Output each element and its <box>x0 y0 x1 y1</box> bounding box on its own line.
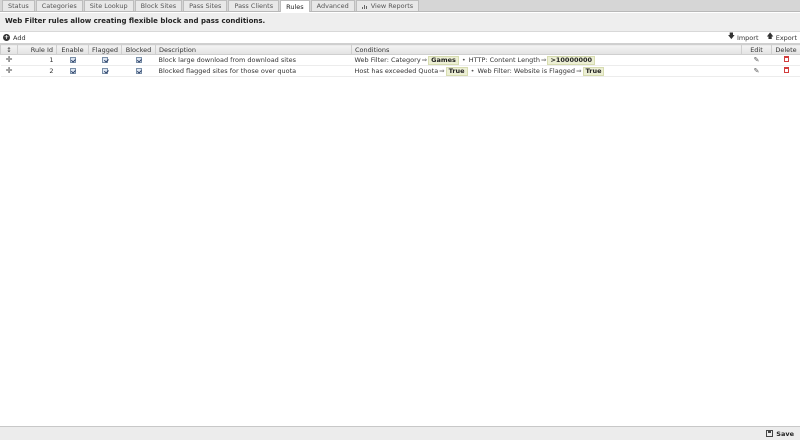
footer-bar: Save <box>0 426 800 440</box>
tab-label: Block Sites <box>140 2 177 10</box>
table-row: ✛ 2 Blocked flagged sites for those over… <box>0 65 800 77</box>
tab-advanced[interactable]: Advanced <box>310 0 355 11</box>
arrow-right-icon: ⇒ <box>576 66 582 75</box>
condition-label: Web Filter: Website is Flagged <box>477 66 576 75</box>
condition-value: >10000000 <box>547 55 596 65</box>
move-icon: ✛ <box>5 66 13 75</box>
rules-grid: ↕ Rule Id Enable Flagged Blocked Descrip… <box>0 44 800 77</box>
tab-label: View Reports <box>370 2 414 10</box>
blocked-checkbox[interactable] <box>135 68 142 74</box>
col-rule-id[interactable]: Rule Id <box>17 44 57 55</box>
tab-view-reports[interactable]: View Reports <box>355 0 420 11</box>
tab-label: Advanced <box>316 2 349 10</box>
tab-block-sites[interactable]: Block Sites <box>134 0 183 11</box>
enable-cell <box>56 65 89 77</box>
condition-value: True <box>445 66 468 76</box>
grid-toolbar: + Add 🡇 Import 🡅 Export <box>0 32 800 44</box>
col-conditions[interactable]: Conditions <box>351 44 742 55</box>
import-button[interactable]: 🡇 Import <box>728 32 759 43</box>
condition-label: Host has exceeded Quota <box>354 66 439 75</box>
move-icon: ✛ <box>5 55 13 64</box>
pencil-icon[interactable]: ✎ <box>754 67 760 75</box>
tab-label: Status <box>8 2 29 10</box>
tab-rules[interactable]: Rules <box>280 0 310 12</box>
pencil-icon[interactable]: ✎ <box>754 56 760 64</box>
enable-checkbox[interactable] <box>69 57 76 63</box>
drag-handle[interactable]: ✛ <box>0 54 18 66</box>
tab-label: Pass Sites <box>189 2 222 10</box>
col-edit[interactable]: Edit <box>741 44 772 55</box>
flagged-checkbox[interactable] <box>102 57 108 63</box>
conditions-cell: Web Filter: Category⇒ Games • HTTP: Content… <box>351 54 742 66</box>
bullet-separator: • <box>470 66 475 75</box>
conditions-cell: Host has exceeded Quota⇒ True • Web Filter:… <box>351 65 742 77</box>
table-row: ✛ 1 Block large download from download s… <box>0 54 800 66</box>
edit-cell: ✎ <box>741 54 772 66</box>
col-delete[interactable]: Delete <box>771 44 800 55</box>
add-circle-icon: + <box>3 34 10 41</box>
tab-pass-clients[interactable]: Pass Clients <box>228 0 280 11</box>
delete-cell <box>771 65 800 77</box>
drag-handle[interactable]: ✛ <box>0 65 18 77</box>
import-label: Import <box>736 33 759 42</box>
arrow-right-icon: ⇒ <box>421 55 428 64</box>
blocked-cell <box>121 65 156 77</box>
tab-site-lookup[interactable]: Site Lookup <box>83 0 134 11</box>
tab-label: Site Lookup <box>89 2 128 10</box>
col-description[interactable]: Description <box>155 44 352 55</box>
blocked-checkbox[interactable] <box>135 57 142 63</box>
col-blocked[interactable]: Blocked <box>121 44 156 55</box>
trash-icon[interactable] <box>783 67 789 73</box>
tab-bar: Status Categories Site Lookup Block Site… <box>0 0 800 12</box>
condition-label: HTTP: Content Length <box>468 55 540 64</box>
blocked-cell <box>121 54 156 66</box>
tab-pass-sites[interactable]: Pass Sites <box>183 0 228 11</box>
bar-chart-icon <box>361 4 368 9</box>
trash-icon[interactable] <box>783 56 789 62</box>
arrow-right-icon: ⇒ <box>439 66 445 75</box>
condition-value: Games <box>428 55 459 65</box>
arrow-down-icon: 🡇 <box>727 32 735 40</box>
enable-cell <box>56 54 89 66</box>
tab-label: Categories <box>41 2 77 10</box>
description-cell: Block large download from download sites <box>155 54 352 66</box>
edit-cell: ✎ <box>741 65 772 77</box>
save-label: Save <box>776 429 794 438</box>
export-button[interactable]: 🡅 Export <box>767 32 797 43</box>
add-label: Add <box>13 33 26 42</box>
enable-checkbox[interactable] <box>69 68 76 74</box>
floppy-disk-icon <box>766 430 774 437</box>
export-label: Export <box>775 33 797 42</box>
tab-label: Rules <box>286 2 304 11</box>
sort-icon: ↕ <box>6 45 12 54</box>
arrow-right-icon: ⇒ <box>540 55 547 64</box>
condition-value: True <box>582 66 605 76</box>
rule-id-cell: 2 <box>17 65 57 77</box>
rule-id-cell: 1 <box>17 54 57 66</box>
flagged-checkbox[interactable] <box>102 68 108 74</box>
condition-label: Web Filter: Category <box>354 55 421 64</box>
description-cell: Blocked flagged sites for those over quo… <box>155 65 352 77</box>
tab-status[interactable]: Status <box>2 0 35 11</box>
grid-header-row: ↕ Rule Id Enable Flagged Blocked Descrip… <box>0 44 800 55</box>
delete-cell <box>771 54 800 66</box>
drag-column-header[interactable]: ↕ <box>0 44 18 55</box>
tab-categories[interactable]: Categories <box>35 0 83 11</box>
add-button[interactable]: + Add <box>3 34 26 42</box>
col-enable[interactable]: Enable <box>56 44 89 55</box>
bullet-separator: • <box>461 55 466 64</box>
save-button[interactable]: Save <box>766 430 794 438</box>
tab-label: Pass Clients <box>234 2 274 10</box>
arrow-up-icon: 🡅 <box>766 32 774 40</box>
flagged-cell <box>88 54 122 66</box>
intro-text: Web Filter rules allow creating flexible… <box>0 13 800 32</box>
col-flagged[interactable]: Flagged <box>88 44 122 55</box>
flagged-cell <box>88 65 122 77</box>
